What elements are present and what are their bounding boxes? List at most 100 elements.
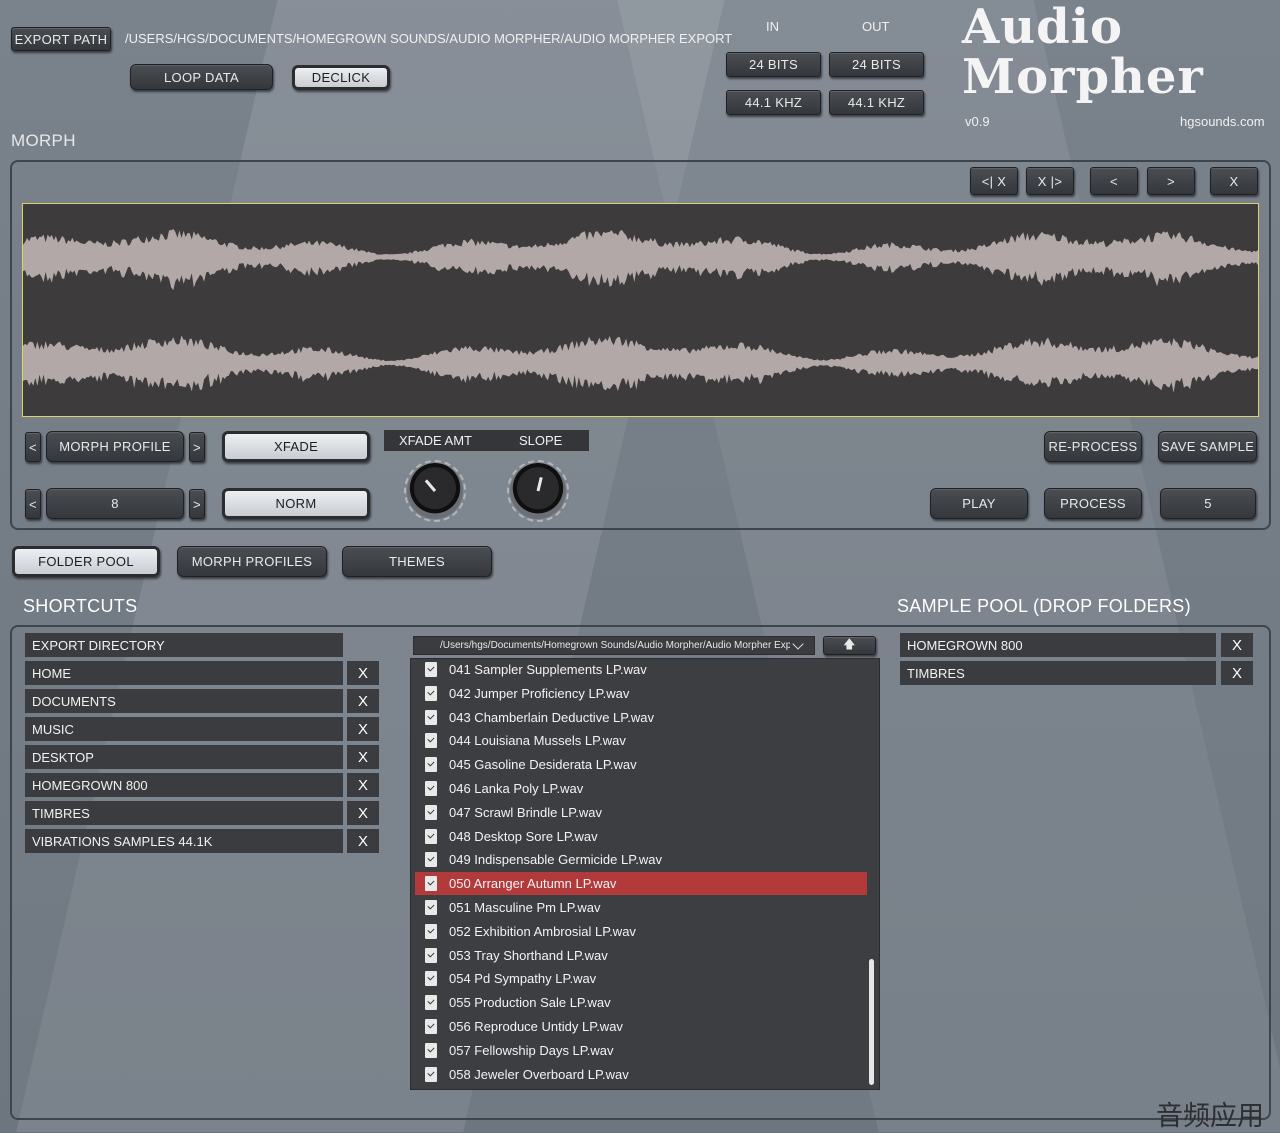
norm-button[interactable]: NORM	[222, 488, 370, 519]
shortcut-item[interactable]: DESKTOP	[25, 745, 343, 769]
file-item[interactable]: 041 Sampler Supplements LP.wav	[415, 658, 867, 681]
audio-file-icon	[425, 947, 437, 963]
file-item[interactable]: 054 Pd Sympathy LP.wav	[415, 967, 867, 990]
out-rate-select[interactable]: 44.1 KHZ	[829, 90, 924, 115]
file-item[interactable]: 051 Masculine Pm LP.wav	[415, 896, 867, 919]
watermark: 音频应用	[1156, 1101, 1264, 1131]
shortcut-item[interactable]: VIBRATIONS SAMPLES 44.1K	[25, 829, 343, 853]
file-name: 041 Sampler Supplements LP.wav	[449, 662, 647, 677]
export-path-button[interactable]: EXPORT PATH	[11, 27, 111, 51]
audio-file-icon	[425, 995, 437, 1011]
file-item[interactable]: 053 Tray Shorthand LP.wav	[415, 944, 867, 967]
play-button[interactable]: PLAY	[930, 488, 1028, 519]
site-label: hgsounds.com	[1180, 114, 1265, 129]
prev-sample-button[interactable]: <	[1090, 167, 1138, 195]
file-item[interactable]: 050 Arranger Autumn LP.wav	[415, 872, 867, 896]
loop-data-button[interactable]: LOOP DATA	[130, 64, 273, 90]
file-item[interactable]: 058 Jeweler Overboard LP.wav	[415, 1063, 867, 1086]
file-item[interactable]: 049 Indispensable Germicide LP.wav	[415, 848, 867, 871]
trim-start-button[interactable]: <| X	[970, 167, 1018, 195]
morph-profile-select[interactable]: MORPH PROFILE	[46, 431, 184, 462]
tab-themes[interactable]: THEMES	[342, 546, 492, 577]
shortcut-item[interactable]: HOME	[25, 661, 343, 685]
file-item[interactable]: 042 Jumper Proficiency LP.wav	[415, 682, 867, 705]
file-name: 058 Jeweler Overboard LP.wav	[449, 1066, 629, 1082]
in-bits-select[interactable]: 24 BITS	[726, 52, 821, 77]
remove-shortcut-button[interactable]: X	[347, 773, 379, 797]
file-item[interactable]: 047 Scrawl Brindle LP.wav	[415, 801, 867, 824]
scrollbar-thumb[interactable]	[869, 959, 874, 1085]
waveform-display[interactable]	[22, 203, 1259, 417]
remove-shortcut-button[interactable]: X	[347, 717, 379, 741]
slope-knob[interactable]	[510, 463, 566, 519]
next-sample-button[interactable]: >	[1147, 167, 1195, 195]
remove-shortcut-button[interactable]: X	[347, 801, 379, 825]
audio-file-icon	[425, 662, 437, 677]
process-button[interactable]: PROCESS	[1044, 488, 1142, 519]
file-name: 054 Pd Sympathy LP.wav	[449, 971, 597, 987]
audio-file-icon	[425, 1042, 437, 1058]
remove-shortcut-button[interactable]: X	[347, 689, 379, 713]
chevron-down-icon	[792, 638, 804, 650]
count-next-button[interactable]: >	[189, 489, 205, 519]
file-name: 052 Exhibition Ambrosial LP.wav	[449, 923, 636, 939]
file-item[interactable]: 055 Production Sale LP.wav	[415, 991, 867, 1014]
shortcut-item[interactable]: DOCUMENTS	[25, 689, 343, 713]
file-name: 042 Jumper Proficiency LP.wav	[449, 685, 630, 701]
trim-end-button[interactable]: X |>	[1026, 167, 1074, 195]
profile-next-button[interactable]: >	[189, 432, 205, 462]
count-prev-button[interactable]: <	[25, 489, 41, 519]
xfade-button[interactable]: XFADE	[222, 431, 370, 462]
reprocess-button[interactable]: RE-PROCESS	[1044, 431, 1142, 462]
tab-folder-pool[interactable]: FOLDER POOL	[12, 546, 160, 577]
browser-path-select[interactable]: /Users/hgs/Documents/Homegrown Sounds/Au…	[413, 636, 815, 655]
logo-line-2: Morpher	[962, 49, 1204, 105]
shortcut-item[interactable]: TIMBRES	[25, 801, 343, 825]
audio-file-icon	[425, 828, 437, 844]
pool-folder-item[interactable]: HOMEGROWN 800	[900, 633, 1216, 657]
file-name: 055 Production Sale LP.wav	[449, 995, 611, 1011]
file-name: 049 Indispensable Germicide LP.wav	[449, 852, 662, 868]
file-item[interactable]: 043 Chamberlain Deductive LP.wav	[415, 706, 867, 729]
export-directory-shortcut[interactable]: EXPORT DIRECTORY	[25, 633, 343, 657]
remove-shortcut-button[interactable]: X	[347, 661, 379, 685]
file-item[interactable]: 044 Louisiana Mussels LP.wav	[415, 729, 867, 752]
remove-pool-folder-button[interactable]: X	[1221, 633, 1253, 657]
file-name: 056 Reproduce Untidy LP.wav	[449, 1019, 623, 1034]
file-item[interactable]: 046 Lanka Poly LP.wav	[415, 777, 867, 800]
process-count-field[interactable]: 5	[1160, 488, 1256, 519]
file-name: 047 Scrawl Brindle LP.wav	[449, 804, 602, 820]
shortcuts-title: SHORTCUTS	[23, 596, 138, 616]
shortcut-item[interactable]: MUSIC	[25, 717, 343, 741]
audio-file-icon	[425, 1019, 437, 1034]
in-rate-select[interactable]: 44.1 KHZ	[726, 90, 821, 115]
pool-folder-item[interactable]: TIMBRES	[900, 661, 1216, 685]
shortcut-item[interactable]: HOMEGROWN 800	[25, 773, 343, 797]
waveform-graph	[23, 229, 1258, 393]
xfade-amt-knob[interactable]	[407, 463, 463, 519]
file-item[interactable]: 052 Exhibition Ambrosial LP.wav	[415, 920, 867, 943]
xfade-amt-indicator	[424, 479, 437, 492]
file-name: 048 Desktop Sore LP.wav	[449, 828, 598, 844]
tab-morph-profiles[interactable]: MORPH PROFILES	[177, 546, 327, 577]
parent-folder-button[interactable]: 🡅	[823, 636, 876, 655]
out-bits-select[interactable]: 24 BITS	[829, 52, 924, 77]
declick-button[interactable]: DECLICK	[292, 65, 390, 90]
file-item[interactable]: 048 Desktop Sore LP.wav	[415, 825, 867, 848]
save-sample-button[interactable]: SAVE SAMPLE	[1158, 431, 1257, 462]
file-name: 057 Fellowship Days LP.wav	[449, 1042, 614, 1058]
export-path-value: /USERS/HGS/DOCUMENTS/HOMEGROWN SOUNDS/AU…	[125, 31, 733, 46]
remove-shortcut-button[interactable]: X	[347, 745, 379, 769]
file-item[interactable]: 057 Fellowship Days LP.wav	[415, 1039, 867, 1062]
audio-file-icon	[425, 757, 437, 773]
audio-file-icon	[425, 923, 437, 939]
file-list[interactable]: 041 Sampler Supplements LP.wav 042 Jumper…	[410, 658, 880, 1090]
file-item[interactable]: 045 Gasoline Desiderata LP.wav	[415, 753, 867, 776]
morph-count-field[interactable]: 8	[46, 488, 184, 519]
file-item[interactable]: 056 Reproduce Untidy LP.wav	[415, 1015, 867, 1038]
remove-pool-folder-button[interactable]: X	[1221, 661, 1253, 685]
remove-shortcut-button[interactable]: X	[347, 829, 379, 853]
profile-prev-button[interactable]: <	[25, 432, 41, 462]
file-name: 053 Tray Shorthand LP.wav	[449, 947, 608, 963]
clear-sample-button[interactable]: X	[1210, 167, 1258, 195]
